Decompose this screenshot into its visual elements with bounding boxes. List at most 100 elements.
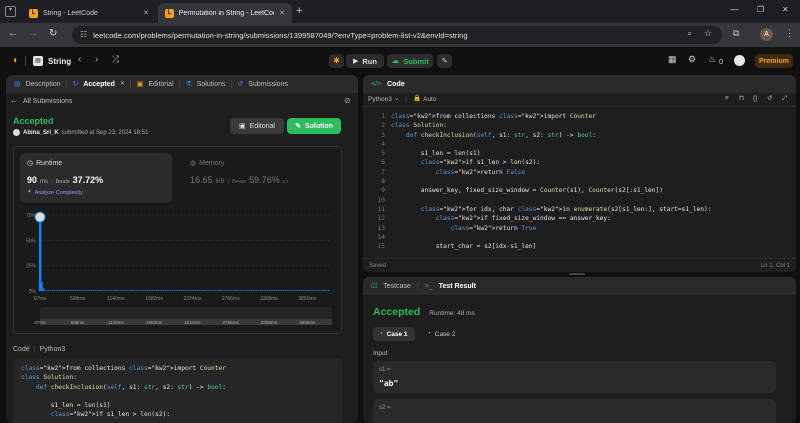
distribution-bar <box>63 290 65 291</box>
tab-search-icon[interactable]: ▾ <box>5 6 16 17</box>
prev-problem-icon[interactable]: ‹ <box>78 55 81 65</box>
bookmark-icon[interactable]: ⊓ <box>739 95 744 103</box>
reset-icon[interactable]: ↺ <box>767 95 772 103</box>
tab-testcase[interactable]: Testcase <box>383 283 411 290</box>
extensions-icon[interactable]: ⧉ <box>733 29 739 38</box>
settings-gear-icon[interactable]: ⚙ <box>688 55 696 64</box>
case-2-label: Case 2 <box>434 330 456 338</box>
run-button[interactable]: ▶ Run <box>346 54 384 68</box>
leetcode-logo[interactable]: ◖ <box>12 56 18 66</box>
bookmark-star-icon[interactable]: ☆ <box>704 29 712 38</box>
reload-icon[interactable]: ↻ <box>49 29 57 39</box>
distribution-bar <box>325 290 328 291</box>
language-select[interactable]: Python3 ⌄ <box>368 95 399 103</box>
tab-accepted[interactable]: Accepted <box>83 81 115 88</box>
analyze-complexity-link[interactable]: ✦ Analyze Complexity <box>27 189 83 196</box>
problem-list-title[interactable]: String <box>48 57 71 66</box>
distribution-bar <box>99 290 102 291</box>
analyze-complexity-label: Analyze Complexity <box>34 190 83 196</box>
line-number: 1 <box>381 113 385 120</box>
close-icon[interactable]: ✕ <box>143 9 149 17</box>
case-2-tab[interactable]: • Case 2 <box>421 327 463 341</box>
fullscreen-icon[interactable]: ⤢ <box>782 95 787 103</box>
distribution-bar <box>103 290 106 291</box>
layout-icon[interactable]: ▦ <box>668 55 677 64</box>
editorial-button[interactable]: ▣ Editorial <box>230 118 284 134</box>
profile-avatar[interactable]: A <box>760 28 773 41</box>
browser-menu-icon[interactable]: ⋮ <box>785 29 794 38</box>
fire-streak-icon[interactable]: ♨ <box>708 55 716 64</box>
browser-tab-permutation[interactable]: L Permutation in String - LeetCode ✕ <box>158 3 292 23</box>
all-submissions-link[interactable]: ← All Submissions <box>10 97 72 105</box>
code-line: class="kw2">from collections class="kw2"… <box>391 113 596 120</box>
distribution-bar <box>169 290 172 291</box>
line-number: 6 <box>381 159 385 167</box>
test-result-panel: ☑ Testcase | >_ Test Result Accepted Run… <box>363 277 796 423</box>
back-arrow-icon[interactable]: ← <box>8 29 18 39</box>
distribution-bar <box>155 290 158 291</box>
shuffle-icon[interactable]: ⤮ <box>112 55 119 64</box>
site-info-icon[interactable]: ☷ <box>80 31 87 39</box>
auto-mode-toggle[interactable]: 🔒 Auto <box>413 95 437 103</box>
user-avatar[interactable] <box>734 55 745 66</box>
tab-description[interactable]: Description <box>26 81 61 88</box>
tab-editorial[interactable]: Editorial <box>148 81 173 88</box>
browser-toolbar: ← → ↻ ☷ leetcode.com/problems/permutatio… <box>0 23 800 47</box>
memory-card[interactable]: ◍ Memory 16.65 MB | Beats 59.76% ▭ <box>186 153 336 203</box>
username[interactable]: Abina_Sri_K <box>23 130 59 136</box>
share-link-icon[interactable]: ⊘ <box>344 97 351 105</box>
memory-label: Memory <box>199 160 225 167</box>
distribution-bar <box>185 290 187 291</box>
distribution-bar <box>250 290 253 291</box>
memory-chip-icon: ◍ <box>190 160 197 167</box>
distribution-bar <box>124 290 126 291</box>
tab-submissions[interactable]: Submissions <box>248 81 288 88</box>
plus-icon[interactable]: + <box>296 6 302 17</box>
x-tick-label: 3308ms <box>260 296 278 302</box>
distribution-bar <box>122 290 124 291</box>
restore-icon[interactable]: ❐ <box>757 6 764 14</box>
code-line: class="kw2">if s1_len > len(s2): <box>50 411 171 419</box>
zoom-icon[interactable]: ⌕ <box>688 30 692 38</box>
distribution-bar <box>142 290 144 291</box>
case-1-tab[interactable]: • Case 1 <box>373 327 415 341</box>
debug-button[interactable]: ✱ <box>329 54 344 68</box>
close-icon[interactable]: ✕ <box>279 9 285 17</box>
panel-resize-handle[interactable] <box>569 273 585 275</box>
memory-beats: 59.76% <box>249 175 280 185</box>
address-bar[interactable]: ☷ leetcode.com/problems/permutation-in-s… <box>72 26 722 44</box>
distribution-bar <box>60 290 63 291</box>
problem-list-icon[interactable]: ▤ <box>33 56 43 66</box>
line-number: 15 <box>377 243 385 251</box>
distribution-bar <box>112 290 115 291</box>
notes-button[interactable]: ✎ <box>437 54 452 68</box>
submitted-code[interactable]: class="kw2">from collections class="kw2"… <box>13 358 342 423</box>
braces-icon[interactable]: {} <box>753 95 757 103</box>
close-tab-icon[interactable]: ✕ <box>120 81 125 87</box>
code-editor[interactable]: 1 2 3 4 5 6 7 8 9 10 11 12 13 14 15 class="kw2">from c… <box>363 109 796 257</box>
editor-title: Code <box>387 80 405 88</box>
distribution-bar <box>83 290 86 291</box>
window-close-icon[interactable]: ✕ <box>782 6 789 14</box>
distribution-bar <box>230 290 233 291</box>
browser-tab-string[interactable]: L String - LeetCode ✕ <box>22 3 156 23</box>
submit-button[interactable]: ☁ Submit <box>387 54 433 68</box>
tab-solutions[interactable]: Solutions <box>197 81 226 88</box>
auto-mode-label: Auto <box>423 96 437 103</box>
tab-test-result[interactable]: Test Result <box>439 283 476 290</box>
runtime-card[interactable]: ◷ Runtime 90 ms | Beats 37.72% ✦ Analyze… <box>20 153 172 203</box>
next-problem-icon[interactable]: › <box>95 55 98 65</box>
runtime-distribution-chart[interactable]: 75%50%25%0%67ms 598ms 1140ms 1682ms 2224ms 27… <box>14 207 341 331</box>
premium-button[interactable]: Premium <box>755 54 793 68</box>
dot-icon: • <box>380 331 383 337</box>
all-submissions-label: All Submissions <box>23 97 73 105</box>
format-icon[interactable]: ≡ <box>725 95 729 103</box>
forward-arrow-icon[interactable]: → <box>28 29 38 39</box>
url-text: leetcode.com/problems/permutation-in-str… <box>93 30 468 40</box>
minimize-icon[interactable]: — <box>730 5 739 14</box>
solution-button[interactable]: ✎ Solution <box>287 118 341 134</box>
distribution-bar <box>214 290 217 291</box>
distribution-bar <box>187 290 190 291</box>
